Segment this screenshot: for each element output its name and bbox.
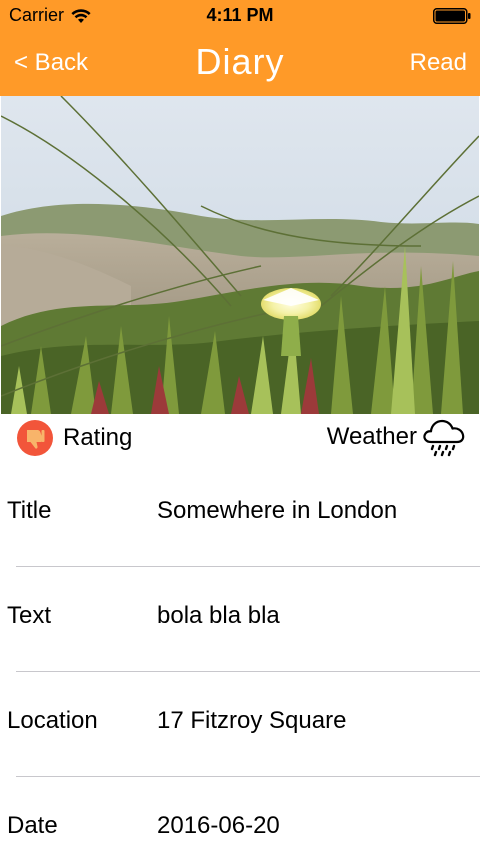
thumbs-down-icon[interactable]: [17, 420, 53, 456]
battery-full-icon: [433, 8, 471, 24]
title-label: Title: [7, 497, 52, 524]
rating-label: Rating: [63, 424, 133, 451]
header: Carrier 4:11 PM < Back Diary Read: [0, 0, 480, 96]
photo-icon: [1, 96, 479, 414]
detail-list: Title Somewhere in London Text bola bla …: [0, 462, 480, 852]
rain-cloud-icon[interactable]: [421, 414, 467, 460]
page-title: Diary: [195, 41, 285, 82]
detail-row-date[interactable]: Date 2016-06-20: [0, 777, 480, 852]
rating-weather-row: Rating Weather: [0, 414, 480, 462]
status-bar: Carrier 4:11 PM: [0, 0, 480, 32]
text-value: bola bla bla: [157, 602, 280, 629]
read-button[interactable]: Read: [410, 49, 467, 77]
text-label: Text: [7, 602, 52, 629]
diary-photo: [1, 96, 479, 414]
diary-detail-screen: Carrier 4:11 PM < Back Diary Read Rating…: [0, 0, 480, 852]
location-value: 17 Fitzroy Square: [157, 707, 347, 734]
detail-row-title[interactable]: Title Somewhere in London: [0, 462, 480, 567]
navigation-bar: < Back Diary Read: [0, 32, 480, 96]
weather-label: Weather: [326, 423, 417, 450]
location-label: Location: [7, 707, 98, 734]
rating-control[interactable]: Rating: [17, 420, 132, 456]
weather-control[interactable]: Weather: [327, 414, 467, 460]
status-time: 4:11 PM: [206, 5, 274, 25]
detail-row-location[interactable]: Location 17 Fitzroy Square: [0, 672, 480, 777]
title-value: Somewhere in London: [157, 497, 398, 524]
date-label: Date: [7, 812, 58, 839]
detail-row-text[interactable]: Text bola bla bla: [0, 567, 480, 672]
date-value: 2016-06-20: [157, 812, 280, 839]
